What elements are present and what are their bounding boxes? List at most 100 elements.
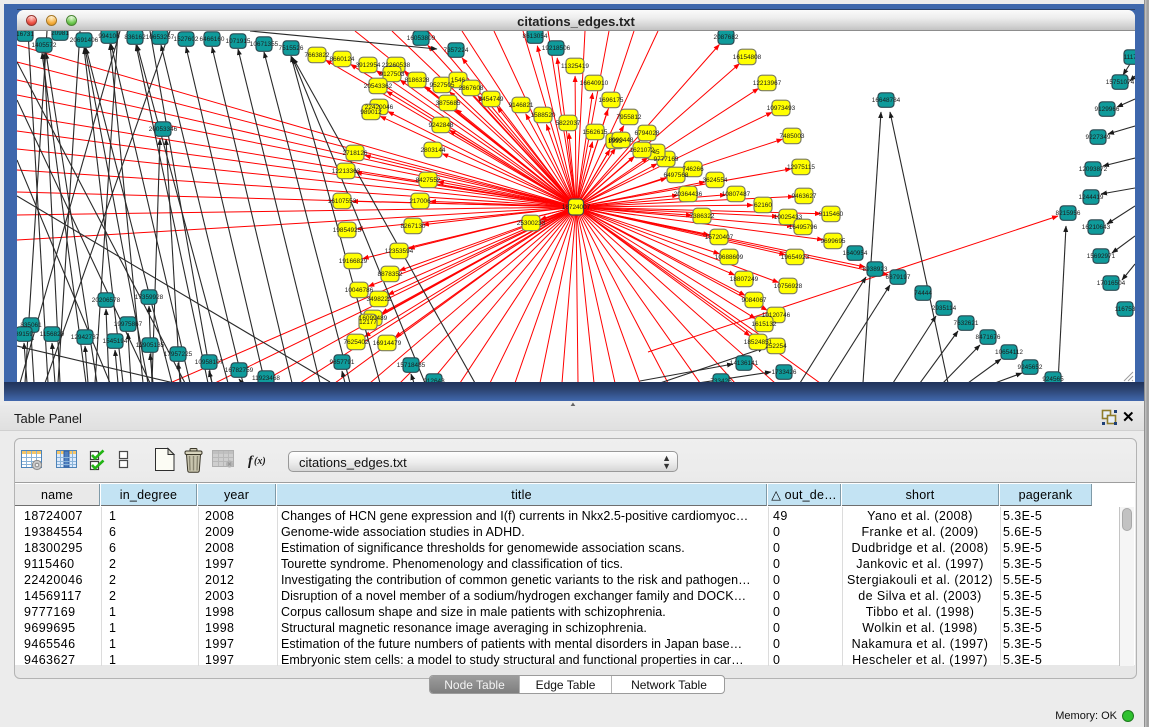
svg-text:25300233: 25300233 [517, 220, 546, 227]
svg-text:39159: 39159 [17, 331, 33, 338]
svg-text:9242848: 9242848 [429, 122, 454, 129]
svg-text:7663822: 7663822 [305, 52, 330, 59]
svg-text:8660124: 8660124 [330, 56, 355, 63]
svg-text:10653267: 10653267 [146, 34, 175, 41]
svg-text:16210643: 16210643 [1082, 224, 1111, 231]
svg-text:1244419: 1244419 [1079, 194, 1104, 201]
svg-text:217006: 217006 [409, 198, 431, 205]
svg-text:3498222: 3498222 [367, 296, 392, 303]
svg-text:16648784: 16648784 [872, 97, 901, 104]
svg-text:9084067: 9084067 [742, 297, 767, 304]
svg-text:12177: 12177 [359, 319, 377, 326]
svg-text:1405572: 1405572 [32, 42, 57, 49]
svg-text:11173: 11173 [1124, 54, 1135, 61]
svg-text:8215956: 8215956 [1056, 210, 1081, 217]
svg-text:16053809: 16053809 [407, 35, 436, 42]
svg-text:989012: 989012 [360, 109, 382, 116]
svg-text:1640954: 1640954 [843, 250, 868, 257]
svg-text:11923468: 11923468 [252, 375, 280, 382]
svg-text:20981: 20981 [51, 31, 69, 37]
svg-text:1071915: 1071915 [226, 38, 251, 45]
svg-text:16640910: 16640910 [580, 80, 609, 87]
svg-text:20364436: 20364436 [674, 191, 703, 198]
svg-text:12942737: 12942737 [71, 334, 100, 341]
svg-text:9146821: 9146821 [509, 102, 534, 109]
svg-text:10807487: 10807487 [722, 191, 751, 198]
svg-text:16154808: 16154808 [733, 54, 762, 61]
svg-text:12213967: 12213967 [753, 80, 782, 87]
svg-text:20543362: 20543362 [364, 83, 393, 90]
svg-text:7515526: 7515526 [279, 45, 304, 52]
svg-text:6879197: 6879197 [886, 274, 911, 281]
svg-text:15718485: 15718485 [397, 362, 426, 369]
svg-text:7955812: 7955812 [617, 114, 642, 121]
svg-text:8427552: 8427552 [416, 177, 441, 184]
svg-text:9245652: 9245652 [1018, 364, 1043, 371]
svg-text:8454749: 8454749 [479, 96, 504, 103]
svg-text:12213363: 12213363 [332, 168, 361, 175]
svg-text:62160: 62160 [754, 202, 772, 209]
svg-text:1545194: 1545194 [103, 338, 128, 345]
svg-text:7625402: 7625402 [344, 339, 369, 346]
svg-text:836162: 836162 [124, 34, 146, 41]
svg-text:20206578: 20206578 [92, 297, 121, 304]
svg-text:9127503: 9127503 [380, 71, 405, 78]
svg-text:1527602: 1527602 [174, 36, 199, 43]
svg-text:19854925: 19854925 [333, 227, 362, 234]
svg-text:16495796: 16495796 [789, 224, 818, 231]
svg-text:10958107: 10958107 [195, 359, 224, 366]
svg-text:746266: 746266 [682, 166, 704, 173]
svg-text:19166829: 19166829 [339, 258, 368, 265]
svg-text:2803144: 2803144 [421, 147, 446, 154]
svg-text:2867608: 2867608 [459, 85, 484, 92]
svg-text:17359928: 17359928 [135, 294, 164, 301]
svg-text:15751074: 15751074 [1106, 79, 1135, 86]
svg-text:912643: 912643 [423, 378, 445, 382]
svg-text:18807249: 18807249 [730, 276, 759, 283]
svg-text:1546: 1546 [451, 77, 466, 84]
svg-text:10120746: 10120746 [762, 312, 791, 319]
svg-text:3875685: 3875685 [436, 100, 461, 107]
svg-text:74444: 74444 [914, 290, 932, 297]
svg-text:16782759: 16782759 [225, 367, 254, 374]
svg-text:12093872: 12093872 [1079, 166, 1108, 173]
svg-text:9129966: 9129966 [1095, 106, 1120, 113]
svg-text:733426: 733426 [710, 378, 732, 382]
svg-text:16731: 16731 [17, 31, 34, 38]
svg-text:835061: 835061 [20, 322, 42, 329]
svg-text:10671355: 10671355 [250, 41, 279, 48]
svg-text:2718126: 2718126 [343, 150, 368, 157]
svg-text:1615132: 1615132 [752, 321, 777, 328]
svg-text:19975867: 19975867 [114, 321, 143, 328]
svg-text:15720407: 15720407 [705, 234, 734, 241]
svg-text:8471676: 8471676 [976, 334, 1001, 341]
svg-text:7632621: 7632621 [954, 320, 979, 327]
svg-text:6497568: 6497568 [664, 172, 689, 179]
svg-text:10025433: 10025433 [774, 214, 803, 221]
svg-text:12975115: 12975115 [787, 164, 815, 171]
svg-text:8613054: 8613054 [523, 33, 548, 40]
svg-text:7485003: 7485003 [780, 133, 805, 140]
svg-text:19654923: 19654923 [781, 254, 810, 261]
svg-text:9777169: 9777169 [654, 156, 679, 163]
svg-text:19218506: 19218506 [542, 45, 571, 52]
svg-text:18724007: 18724007 [562, 204, 591, 211]
svg-text:2935114: 2935114 [932, 305, 957, 312]
svg-text:15692971: 15692971 [1087, 253, 1116, 260]
svg-text:17016504: 17016504 [1097, 280, 1126, 287]
svg-text:9463627: 9463627 [792, 193, 817, 200]
svg-text:3624554: 3624554 [703, 177, 728, 184]
svg-text:6466160: 6466160 [200, 36, 225, 43]
svg-text:994106: 994106 [98, 33, 120, 40]
svg-text:924565: 924565 [1042, 376, 1064, 382]
svg-text:10654112: 10654112 [995, 349, 1023, 356]
svg-text:8878352: 8878352 [378, 271, 403, 278]
svg-text:9227349: 9227349 [1086, 134, 1111, 141]
svg-text:10046786: 10046786 [345, 287, 374, 294]
svg-text:1562615: 1562615 [583, 129, 608, 136]
svg-text:10973493: 10973493 [767, 105, 796, 112]
svg-text:7357224: 7357224 [444, 47, 469, 54]
svg-text:11325419: 11325419 [561, 63, 589, 70]
svg-text:(x): (x) [254, 456, 266, 467]
svg-text:1621072: 1621072 [630, 147, 655, 154]
